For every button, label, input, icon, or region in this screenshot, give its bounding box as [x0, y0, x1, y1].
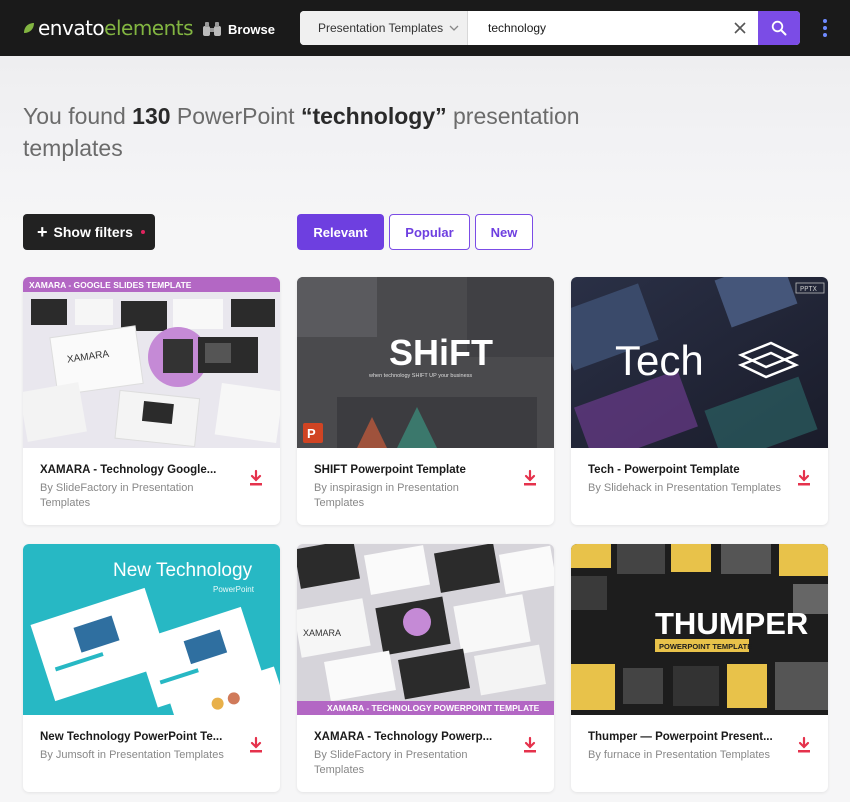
- download-icon[interactable]: [521, 469, 539, 487]
- template-author: By Slidehack in Presentation Templates: [588, 482, 782, 494]
- template-thumbnail[interactable]: XAMARA - GOOGLE SLIDES TEMPLATE XAMARA: [23, 277, 280, 448]
- card-banner-text: New Technology: [113, 560, 253, 581]
- results-heading-prefix: You found: [23, 103, 133, 129]
- chevron-down-icon: [449, 25, 459, 31]
- template-author: By SlideFactory in Presentation Template…: [40, 482, 194, 509]
- template-thumbnail[interactable]: New Technology PowerPoint: [23, 544, 280, 715]
- card-preview-label: POWERPOINT TEMPLATE: [659, 642, 752, 651]
- card-preview-label: XAMARA: [303, 628, 341, 638]
- filters-indicator-dot: [140, 230, 145, 234]
- download-icon[interactable]: [247, 469, 265, 487]
- download-icon[interactable]: [521, 736, 539, 754]
- card-preview-label: PPTX: [800, 286, 818, 294]
- svg-text:P: P: [307, 426, 316, 441]
- card-banner-text: XAMARA - GOOGLE SLIDES TEMPLATE: [29, 280, 192, 290]
- card-banner-text: Tech: [615, 337, 704, 384]
- category-dropdown-label: Presentation Templates: [318, 21, 444, 35]
- plus-icon: +: [37, 222, 48, 242]
- search-input[interactable]: [468, 11, 726, 45]
- sort-relevant-button[interactable]: Relevant: [297, 214, 384, 250]
- download-icon[interactable]: [247, 736, 265, 754]
- clear-search-icon[interactable]: [732, 20, 748, 36]
- template-title[interactable]: Tech - Powerpoint Template: [588, 464, 784, 476]
- leaf-icon: [24, 23, 34, 33]
- download-icon[interactable]: [795, 736, 813, 754]
- search-icon: [771, 20, 787, 36]
- template-card[interactable]: New Technology PowerPoint New Technology…: [23, 544, 280, 792]
- xamara-powerpoint-preview-image: XAMARA XAMARA - TECHNOLOGY POWERPOINT TE…: [297, 544, 554, 715]
- card-banner-text: SHiFT: [389, 332, 493, 373]
- template-title[interactable]: XAMARA - Technology Google...: [40, 464, 236, 476]
- card-banner-text: THUMPER: [655, 606, 808, 641]
- template-card[interactable]: THUMPER POWERPOINT TEMPLATE Thumper — Po…: [571, 544, 828, 792]
- download-icon[interactable]: [795, 469, 813, 487]
- xamara-preview-image: XAMARA - GOOGLE SLIDES TEMPLATE XAMARA: [23, 277, 280, 448]
- search-bar: Presentation Templates: [300, 11, 800, 45]
- shift-preview-image: SHiFT when technology SHIFT UP your busi…: [297, 277, 554, 448]
- results-count: 130: [132, 103, 171, 129]
- template-title[interactable]: New Technology PowerPoint Te...: [40, 731, 236, 743]
- template-author: By Jumsoft in Presentation Templates: [40, 749, 224, 761]
- new-technology-preview-image: New Technology PowerPoint: [23, 544, 280, 715]
- show-filters-label: Show filters: [53, 224, 133, 240]
- browse-label: Browse: [228, 21, 275, 37]
- sort-popular-button[interactable]: Popular: [389, 214, 470, 250]
- logo-text-elements: elements: [104, 16, 194, 40]
- top-navigation-bar: envato elements Browse Presentation Templ…: [0, 0, 850, 56]
- results-heading: You found 130 PowerPoint “technology” pr…: [23, 100, 663, 164]
- template-card[interactable]: XAMARA - GOOGLE SLIDES TEMPLATE XAMARA X…: [23, 277, 280, 525]
- template-author: By inspirasign in Presentation Templates: [314, 482, 459, 509]
- template-author: By furnace in Presentation Templates: [588, 749, 771, 761]
- browse-button[interactable]: Browse: [202, 18, 275, 40]
- template-title[interactable]: Thumper — Powerpoint Present...: [588, 731, 784, 743]
- results-query: “technology”: [300, 103, 447, 129]
- template-author: By SlideFactory in Presentation Template…: [314, 749, 468, 776]
- sort-new-button[interactable]: New: [475, 214, 533, 250]
- template-thumbnail[interactable]: PPTX Tech: [571, 277, 828, 448]
- card-banner-text: XAMARA - TECHNOLOGY POWERPOINT TEMPLATE: [327, 703, 540, 713]
- results-heading-middle: PowerPoint: [170, 103, 301, 129]
- search-button[interactable]: [758, 11, 800, 45]
- tech-preview-image: PPTX Tech: [571, 277, 828, 448]
- show-filters-button[interactable]: + Show filters: [23, 214, 155, 250]
- template-thumbnail[interactable]: THUMPER POWERPOINT TEMPLATE: [571, 544, 828, 715]
- category-dropdown[interactable]: Presentation Templates: [300, 11, 468, 45]
- thumper-preview-image: THUMPER POWERPOINT TEMPLATE: [571, 544, 828, 715]
- envato-elements-logo[interactable]: envato elements: [22, 16, 194, 40]
- more-options-icon[interactable]: [818, 17, 832, 39]
- template-title[interactable]: XAMARA - Technology Powerp...: [314, 731, 510, 743]
- template-card[interactable]: PPTX Tech Tech - Powerpoint Template By …: [571, 277, 828, 525]
- card-preview-label: when technology SHIFT UP your business: [368, 373, 472, 379]
- logo-text-envato: envato: [38, 16, 105, 40]
- template-title[interactable]: SHIFT Powerpoint Template: [314, 464, 510, 476]
- card-preview-label: PowerPoint: [213, 585, 255, 594]
- template-thumbnail[interactable]: SHiFT when technology SHIFT UP your busi…: [297, 277, 554, 448]
- template-thumbnail[interactable]: XAMARA XAMARA - TECHNOLOGY POWERPOINT TE…: [297, 544, 554, 715]
- template-card[interactable]: SHiFT when technology SHIFT UP your busi…: [297, 277, 554, 525]
- template-card[interactable]: XAMARA XAMARA - TECHNOLOGY POWERPOINT TE…: [297, 544, 554, 792]
- binoculars-icon: [203, 22, 221, 36]
